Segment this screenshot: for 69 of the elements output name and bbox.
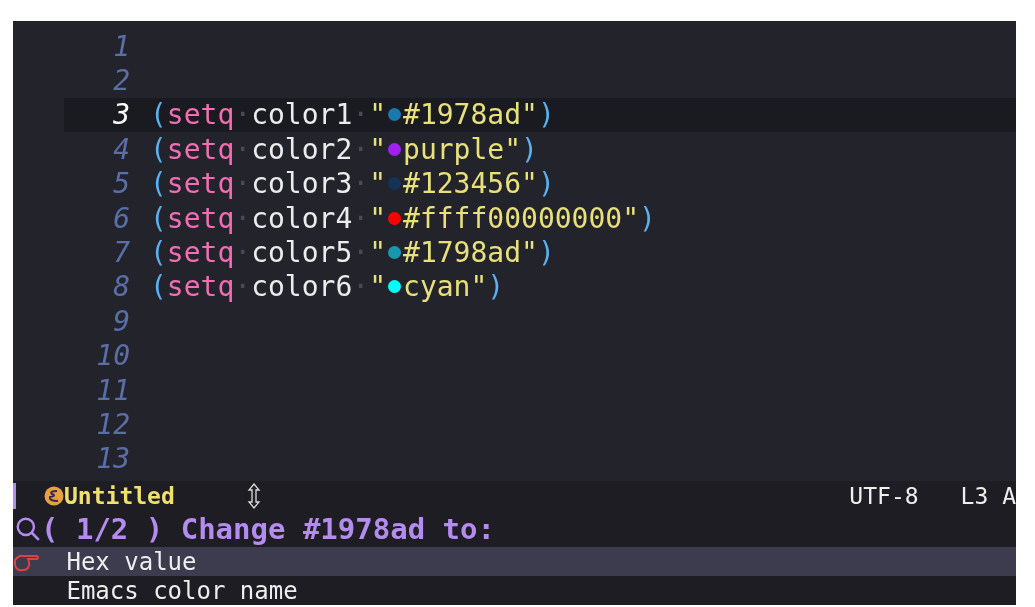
- search-icon: [15, 516, 41, 543]
- string-literal: ": [369, 98, 387, 132]
- line-number: 1: [112, 29, 130, 63]
- paren: ): [537, 98, 555, 132]
- variable-name: color2: [251, 132, 353, 166]
- string-literal: cyan": [403, 270, 488, 304]
- encoding: UTF-8: [849, 483, 919, 510]
- paren: (: [150, 132, 167, 166]
- keyword: setq: [166, 270, 235, 304]
- whitespace-marker: ·: [234, 167, 252, 201]
- completion-candidate[interactable]: Emacs color name: [13, 576, 1016, 605]
- line-number: 7: [112, 236, 130, 270]
- whitespace-marker: ·: [234, 236, 252, 270]
- line-number: 12: [95, 408, 130, 441]
- keyword: setq: [166, 98, 235, 132]
- minibuffer-prompt: ( 1/2 ) Change #1978ad to:: [41, 512, 495, 547]
- whitespace-marker: ·: [234, 98, 252, 132]
- line-number: 11: [95, 373, 130, 407]
- line-number: 10: [95, 339, 130, 373]
- paren: (: [150, 167, 167, 201]
- line-number: 4: [112, 132, 130, 166]
- whitespace-marker: ·: [352, 236, 370, 270]
- keyword: setq: [166, 201, 235, 235]
- string-literal: #ffff00000000": [403, 201, 640, 235]
- string-literal: ": [369, 132, 387, 166]
- string-literal: ": [369, 167, 387, 201]
- line-number: 9: [112, 304, 130, 338]
- string-literal: #123456": [403, 167, 538, 201]
- completion-candidate[interactable]: Hex value: [13, 547, 1016, 577]
- whitespace-marker: ·: [352, 132, 370, 166]
- emacs-icon: [44, 486, 64, 507]
- variable-name: color5: [251, 236, 353, 270]
- keyword: setq: [166, 132, 235, 166]
- string-literal: ": [369, 236, 387, 270]
- buffer-name: Untitled: [64, 483, 175, 510]
- line-number: 2: [112, 64, 130, 98]
- paren: ): [537, 167, 555, 201]
- line-number: 6: [112, 201, 130, 235]
- string-literal: #1798ad": [403, 236, 538, 270]
- variable-name: color4: [251, 201, 353, 235]
- whitespace-marker: ·: [234, 270, 252, 304]
- whitespace-marker: ·: [352, 167, 370, 201]
- whitespace-marker: ·: [352, 270, 370, 304]
- variable-name: color3: [251, 167, 353, 201]
- string-literal: #1978ad": [403, 98, 538, 132]
- paren: ): [487, 270, 505, 304]
- paren: (: [150, 270, 167, 304]
- paren: (: [150, 236, 167, 270]
- paren: ): [537, 236, 555, 270]
- paren: (: [150, 201, 167, 235]
- keyword: setq: [166, 236, 235, 270]
- line-number: 13: [95, 442, 130, 476]
- variable-name: color6: [251, 270, 353, 304]
- whitespace-marker: ·: [352, 98, 370, 132]
- whitespace-marker: ·: [234, 201, 252, 235]
- variable-name: color1: [251, 98, 353, 132]
- whitespace-marker: ·: [352, 201, 370, 235]
- paren: ): [639, 201, 656, 235]
- paren: (: [150, 98, 167, 132]
- keyword: setq: [166, 167, 235, 201]
- string-literal: ": [369, 201, 387, 235]
- line-number: 8: [112, 270, 130, 304]
- cursor-position: L3 A: [960, 483, 1016, 510]
- line-number: 3: [112, 98, 130, 132]
- string-literal: purple": [403, 132, 522, 166]
- string-literal: ": [369, 270, 387, 304]
- whitespace-marker: ·: [234, 132, 252, 166]
- line-number: 5: [112, 167, 130, 201]
- paren: ): [521, 132, 538, 166]
